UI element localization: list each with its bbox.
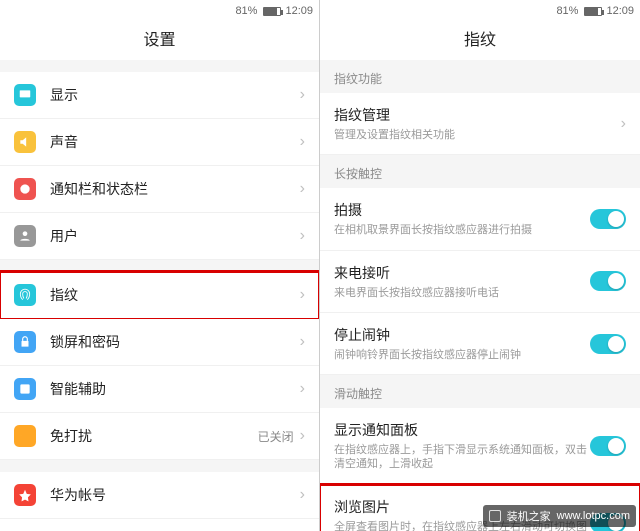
row-subtitle: 来电界面长按指纹感应器接听电话 [334, 286, 590, 300]
row-title: 指纹管理 [334, 105, 621, 125]
battery-icon [263, 7, 281, 16]
section-divider [0, 260, 319, 272]
row-lockscreen[interactable]: 锁屏和密码 › [0, 319, 319, 366]
moon-icon [14, 425, 36, 447]
fingerprint-screen: 81% 12:09 指纹 指纹功能 指纹管理 管理及设置指纹相关功能 › 长按触… [320, 0, 640, 531]
settings-screen: 81% 12:09 设置 显示 › 声音 › 通知栏和状态栏 › 用户 › [0, 0, 320, 531]
row-title: 显示通知面板 [334, 420, 590, 440]
status-bar: 81% 12:09 [320, 0, 640, 22]
section-long-press: 长按触控 [320, 155, 640, 188]
row-label: 用户 [50, 226, 300, 246]
battery-percent: 81% [235, 5, 257, 17]
row-huawei-id[interactable]: 华为帐号 › [0, 472, 319, 519]
chevron-right-icon: › [300, 286, 305, 304]
watermark-icon [489, 510, 501, 522]
section-divider [0, 60, 319, 72]
row-label: 锁屏和密码 [50, 332, 300, 352]
page-title: 指纹 [320, 22, 640, 60]
watermark-url: www.lotpc.com [557, 510, 630, 522]
row-notification-panel[interactable]: 显示通知面板 在指纹感应器上，手指下滑显示系统通知面板，双击清空通知，上滑收起 [320, 408, 640, 485]
row-display[interactable]: 显示 › [0, 72, 319, 119]
chevron-right-icon: › [300, 380, 305, 398]
row-label: 免打扰 [50, 426, 258, 446]
row-capture[interactable]: 拍摄 在相机取景界面长按指纹感应器进行拍摄 [320, 188, 640, 250]
section-divider [0, 460, 319, 472]
chevron-right-icon: › [300, 427, 305, 445]
status-bar: 81% 12:09 [0, 0, 319, 22]
chevron-right-icon: › [300, 86, 305, 104]
switch-capture[interactable] [590, 209, 626, 229]
row-sound[interactable]: 声音 › [0, 119, 319, 166]
row-label: 华为帐号 [50, 485, 300, 505]
chevron-right-icon: › [621, 115, 626, 133]
section-fingerprint-functions: 指纹功能 [320, 60, 640, 93]
display-icon [14, 84, 36, 106]
switch-notification-panel[interactable] [590, 436, 626, 456]
chevron-right-icon: › [300, 133, 305, 151]
row-cloud[interactable]: 云服务 [0, 519, 319, 531]
fingerprint-icon [14, 284, 36, 306]
chevron-right-icon: › [300, 486, 305, 504]
notification-icon [14, 178, 36, 200]
section-slide: 滑动触控 [320, 375, 640, 408]
row-stop-alarm[interactable]: 停止闹钟 闹钟响铃界面长按指纹感应器停止闹钟 [320, 313, 640, 375]
row-notification-bar[interactable]: 通知栏和状态栏 › [0, 166, 319, 213]
clock: 12:09 [606, 5, 634, 17]
row-subtitle: 管理及设置指纹相关功能 [334, 128, 621, 142]
row-user[interactable]: 用户 › [0, 213, 319, 260]
dnd-status: 已关闭 [258, 428, 294, 445]
lock-icon [14, 331, 36, 353]
battery-percent: 81% [556, 5, 578, 17]
watermark-brand: 装机之家 [507, 508, 551, 524]
row-subtitle: 在相机取景界面长按指纹感应器进行拍摄 [334, 223, 590, 237]
row-title: 拍摄 [334, 200, 590, 220]
battery-icon [584, 7, 602, 16]
chevron-right-icon: › [300, 227, 305, 245]
clock: 12:09 [285, 5, 313, 17]
chevron-right-icon: › [300, 333, 305, 351]
chevron-right-icon: › [300, 180, 305, 198]
row-title: 来电接听 [334, 263, 590, 283]
row-fingerprint[interactable]: 指纹 › [0, 272, 319, 319]
row-smart-assist[interactable]: 智能辅助 › [0, 366, 319, 413]
row-label: 智能辅助 [50, 379, 300, 399]
watermark: 装机之家 www.lotpc.com [483, 505, 636, 527]
row-label: 声音 [50, 132, 300, 152]
row-title: 停止闹钟 [334, 325, 590, 345]
page-title: 设置 [0, 22, 319, 60]
row-label: 显示 [50, 85, 300, 105]
row-label: 通知栏和状态栏 [50, 179, 300, 199]
row-subtitle: 在指纹感应器上，手指下滑显示系统通知面板，双击清空通知，上滑收起 [334, 443, 590, 472]
switch-answer-call[interactable] [590, 271, 626, 291]
switch-stop-alarm[interactable] [590, 334, 626, 354]
row-dnd[interactable]: 免打扰 已关闭 › [0, 413, 319, 460]
row-answer-call[interactable]: 来电接听 来电界面长按指纹感应器接听电话 [320, 251, 640, 313]
row-fingerprint-mgmt[interactable]: 指纹管理 管理及设置指纹相关功能 › [320, 93, 640, 155]
row-label: 指纹 [50, 285, 300, 305]
user-icon [14, 225, 36, 247]
sound-icon [14, 131, 36, 153]
row-subtitle: 闹钟响铃界面长按指纹感应器停止闹钟 [334, 348, 590, 362]
smart-icon [14, 378, 36, 400]
huawei-icon [14, 484, 36, 506]
